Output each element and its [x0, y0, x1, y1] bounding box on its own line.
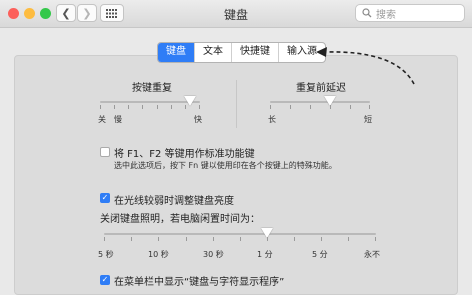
- tab-bar: 键盘 文本 快捷键 输入源: [157, 42, 326, 63]
- backlight-tick: [213, 237, 214, 241]
- tab-shortcuts[interactable]: 快捷键: [231, 43, 278, 62]
- delay-short-label: 短: [364, 115, 372, 124]
- key-repeat-label: 按键重复: [132, 83, 172, 94]
- delay-until-repeat-label: 重复前延迟: [296, 83, 346, 94]
- menu-bar-checkbox[interactable]: ✓: [100, 275, 110, 285]
- menu-bar-label: 在菜单栏中显示“键盘与字符显示程序”: [114, 277, 285, 288]
- backlight-tick: [321, 237, 322, 241]
- delay-track: [270, 101, 370, 103]
- fn-keys-checkbox[interactable]: [100, 147, 110, 157]
- backlight-tick: [104, 237, 105, 241]
- key-repeat-tick: [128, 105, 129, 109]
- delay-long-label: 长: [268, 115, 276, 124]
- search-icon: [362, 8, 372, 18]
- backlight-tick: [267, 237, 268, 241]
- delay-tick: [369, 105, 370, 109]
- search-placeholder: 搜索: [376, 9, 396, 21]
- key-repeat-tick: [171, 105, 172, 109]
- key-repeat-tick: [157, 105, 158, 109]
- backlight-tick-label: 30 秒: [203, 250, 224, 259]
- backlight-tick-label: 5 秒: [98, 250, 114, 259]
- fn-keys-label: 将 F1、F2 等键用作标准功能键: [114, 149, 255, 160]
- key-repeat-tick: [114, 105, 115, 109]
- auto-brightness-label: 在光线较弱时调整键盘亮度: [114, 196, 234, 207]
- delay-tick: [270, 105, 271, 109]
- title-bar: ❮ ❯ 键盘 搜索: [0, 0, 472, 28]
- delay-tick: [290, 105, 291, 109]
- backlight-off-label: 关闭键盘照明，若电脑闲置时间为：: [100, 214, 260, 225]
- backlight-tick: [240, 237, 241, 241]
- delay-tick: [350, 105, 351, 109]
- backlight-tick-label: 永不: [364, 250, 380, 259]
- delay-tick: [310, 105, 311, 109]
- key-repeat-tick: [185, 105, 186, 109]
- key-repeat-off-label: 关: [98, 115, 106, 124]
- backlight-tick: [158, 237, 159, 241]
- delay-tick: [330, 105, 331, 109]
- checkmark-icon: ✓: [101, 275, 109, 284]
- backlight-track: [104, 233, 376, 235]
- key-repeat-tick: [100, 105, 101, 109]
- backlight-tick: [186, 237, 187, 241]
- fn-keys-note: 选中此选项后，按下 Fn 键以使用印在各个按键上的特殊功能。: [114, 161, 337, 170]
- search-field[interactable]: 搜索: [355, 4, 465, 22]
- backlight-tick: [294, 237, 295, 241]
- backlight-tick: [375, 237, 376, 241]
- backlight-tick-label: 1 分: [257, 250, 273, 259]
- backlight-tick: [348, 237, 349, 241]
- key-repeat-slow-label: 慢: [114, 115, 122, 124]
- key-repeat-tick: [142, 105, 143, 109]
- checkmark-icon: ✓: [101, 193, 109, 202]
- tab-text[interactable]: 文本: [194, 43, 231, 62]
- section-divider: [236, 80, 237, 128]
- tab-keyboard[interactable]: 键盘: [158, 43, 194, 62]
- backlight-tick-label: 10 秒: [148, 250, 169, 259]
- backlight-tick-label: 5 分: [312, 250, 328, 259]
- key-repeat-fast-label: 快: [194, 115, 202, 124]
- key-repeat-tick: [199, 105, 200, 109]
- auto-brightness-checkbox[interactable]: ✓: [100, 193, 110, 203]
- backlight-tick: [131, 237, 132, 241]
